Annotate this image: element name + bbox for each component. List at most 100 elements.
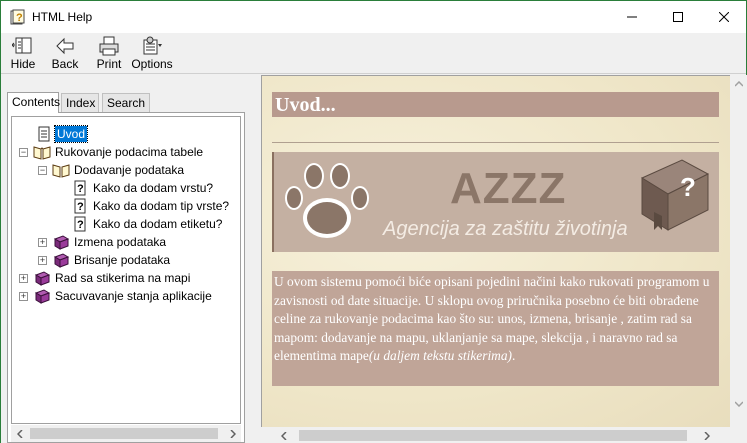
contents-tree[interactable]: Uvod − Rukovanje podacima tabele − Dodav…	[11, 116, 241, 424]
expand-toggle[interactable]: +	[38, 256, 47, 265]
chevron-up-icon	[734, 80, 743, 87]
help-app-icon: ?	[10, 9, 25, 25]
scroll-left-arrow[interactable]	[11, 425, 28, 442]
divider	[272, 142, 719, 143]
tree-label: Kako da dodam vrstu?	[93, 181, 214, 195]
paw-icon	[285, 163, 369, 238]
content-pane: Uvod... AZZZ Agencija za zaštitu životin…	[261, 75, 730, 427]
close-icon	[719, 12, 729, 22]
svg-text:?: ?	[77, 219, 84, 231]
help-page-icon: ?	[74, 180, 86, 196]
tree-label: Kako da dodam tip vrste?	[93, 199, 230, 213]
tree-label: Rukovanje podacima tabele	[55, 145, 204, 159]
minimize-button[interactable]	[609, 1, 655, 33]
help-book-icon: ?	[640, 159, 710, 231]
chevron-left-icon	[280, 431, 287, 440]
tree-label: Brisanje podataka	[74, 253, 171, 267]
tree-item-brisanje[interactable]: Brisanje podataka	[52, 251, 172, 269]
svg-text:?: ?	[77, 183, 84, 195]
expand-toggle[interactable]: +	[19, 274, 28, 283]
expand-toggle[interactable]: +	[38, 238, 47, 247]
title-bar: ? HTML Help	[1, 1, 746, 33]
tree-item-izmena[interactable]: Izmena podataka	[52, 233, 168, 251]
scroll-down-arrow[interactable]	[730, 395, 747, 412]
azzz-banner: AZZZ Agencija za zaštitu životinja ?	[272, 152, 719, 252]
back-button[interactable]: Back	[49, 36, 81, 72]
banner-subtitle: Agencija za zaštitu životinja	[383, 218, 628, 240]
content-horizontal-scrollbar[interactable]	[261, 427, 730, 443]
maximize-button[interactable]	[655, 1, 701, 33]
tree-item-dodam-etiketu[interactable]: ? Kako da dodam etiketu?	[71, 215, 224, 233]
scroll-left-arrow[interactable]	[275, 427, 292, 443]
chevron-down-icon	[734, 400, 743, 407]
collapse-toggle[interactable]: −	[38, 166, 47, 175]
page-icon	[38, 126, 50, 142]
expand-toggle[interactable]: +	[19, 292, 28, 301]
scroll-up-arrow[interactable]	[730, 75, 747, 92]
options-label: Options	[131, 57, 173, 71]
tree-item-sacuvavanje[interactable]: Sacuvavanje stanja aplikacije	[33, 287, 214, 305]
tab-contents[interactable]: Contents	[7, 92, 60, 113]
print-button[interactable]: Print	[94, 36, 124, 72]
hide-pane-icon	[12, 37, 32, 54]
minimize-icon	[627, 16, 637, 18]
tree-item-dodam-vrstu[interactable]: ? Kako da dodam vrstu?	[71, 179, 215, 197]
tree-horizontal-scrollbar[interactable]	[11, 425, 241, 442]
tree-item-uvod[interactable]: Uvod	[35, 125, 89, 143]
help-page-icon: ?	[74, 198, 86, 214]
tree-label: Rad sa stikerima na mapi	[55, 271, 191, 285]
collapse-toggle[interactable]: −	[19, 148, 28, 157]
scroll-right-arrow[interactable]	[698, 427, 715, 443]
tree-item-dodavanje[interactable]: Dodavanje podataka	[52, 161, 186, 179]
tab-index[interactable]: Index	[61, 93, 99, 112]
intro-text-block: U ovom sistemu pomoći biće opisani pojed…	[272, 271, 719, 386]
close-button[interactable]	[701, 1, 747, 33]
back-label: Back	[51, 57, 79, 71]
tree-label: Sacuvavanje stanja aplikacije	[55, 289, 212, 303]
pane-splitter[interactable]	[251, 75, 261, 443]
hide-label: Hide	[10, 57, 36, 71]
intro-end: .	[511, 348, 516, 363]
svg-text:?: ?	[16, 12, 23, 24]
options-button[interactable]: Options	[131, 36, 173, 72]
tree-label: Izmena podataka	[74, 235, 167, 249]
tree-label: Uvod	[53, 125, 89, 143]
help-window: ? HTML Help Hide Back Print Options Cont…	[0, 0, 747, 443]
chevron-right-icon	[703, 431, 710, 440]
hide-button[interactable]: Hide	[8, 36, 38, 72]
chevron-right-icon	[229, 429, 236, 438]
tree-item-stikeri[interactable]: Rad sa stikerima na mapi	[33, 269, 192, 287]
scroll-right-arrow[interactable]	[224, 425, 241, 442]
options-icon	[143, 36, 162, 55]
banner-title: AZZZ	[450, 164, 567, 213]
scroll-thumb[interactable]	[299, 430, 687, 441]
tree-item-rukovanje[interactable]: Rukovanje podacima tabele	[33, 143, 205, 161]
open-book-icon	[33, 146, 51, 160]
contents-panel: Uvod − Rukovanje podacima tabele − Dodav…	[7, 112, 245, 443]
tab-search[interactable]: Search	[102, 93, 150, 112]
print-label: Print	[96, 57, 122, 71]
scroll-thumb[interactable]	[30, 428, 218, 439]
open-book-icon	[52, 164, 70, 178]
heading-bar: Uvod...	[272, 92, 719, 117]
intro-italic-note: (u daljem tekstu stikerima)	[368, 348, 512, 363]
content-background: Uvod... AZZZ Agencija za zaštitu životin…	[262, 76, 730, 427]
window-title: HTML Help	[32, 10, 93, 24]
svg-text:?: ?	[680, 172, 696, 202]
printer-icon	[99, 36, 119, 56]
back-arrow-icon	[56, 37, 74, 55]
tree-label: Dodavanje podataka	[74, 163, 185, 177]
content-vertical-scrollbar[interactable]	[730, 75, 747, 427]
intro-paragraph: U ovom sistemu pomoći biće opisani pojed…	[274, 273, 718, 366]
closed-book-icon	[34, 271, 51, 286]
toolbar: Hide Back Print Options	[1, 33, 746, 74]
closed-book-icon	[53, 235, 70, 250]
chevron-left-icon	[16, 429, 23, 438]
navigation-pane: Contents Index Search Uvod − Rukovanje p…	[1, 75, 251, 443]
closed-book-icon	[53, 253, 70, 268]
help-page-icon: ?	[74, 216, 86, 232]
scrollbar-corner	[730, 427, 747, 443]
tree-item-dodam-tip-vrste[interactable]: ? Kako da dodam tip vrste?	[71, 197, 231, 215]
page-title: Uvod...	[275, 94, 336, 116]
closed-book-icon	[34, 289, 51, 304]
